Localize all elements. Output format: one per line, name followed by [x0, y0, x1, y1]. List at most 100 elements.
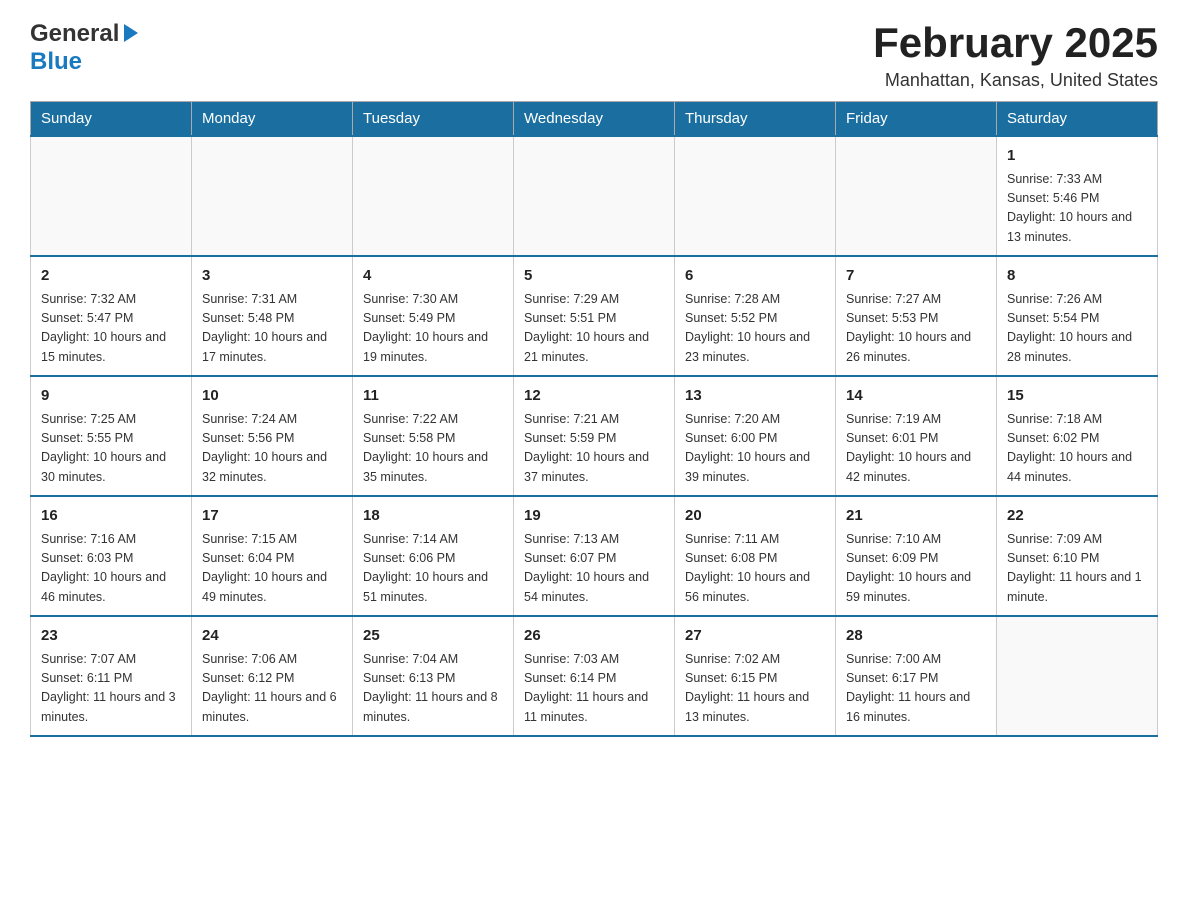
calendar-cell: 12Sunrise: 7:21 AMSunset: 5:59 PMDayligh…	[514, 376, 675, 496]
day-number: 26	[524, 625, 664, 648]
page-header: General Blue February 2025 Manhattan, Ka…	[30, 20, 1158, 91]
day-info: Sunrise: 7:21 AMSunset: 5:59 PMDaylight:…	[524, 410, 664, 488]
day-info: Sunrise: 7:10 AMSunset: 6:09 PMDaylight:…	[846, 530, 986, 608]
calendar-cell: 27Sunrise: 7:02 AMSunset: 6:15 PMDayligh…	[675, 616, 836, 736]
calendar-table: SundayMondayTuesdayWednesdayThursdayFrid…	[30, 101, 1158, 737]
day-info: Sunrise: 7:25 AMSunset: 5:55 PMDaylight:…	[41, 410, 181, 488]
day-number: 7	[846, 265, 986, 288]
day-number: 28	[846, 625, 986, 648]
day-info: Sunrise: 7:16 AMSunset: 6:03 PMDaylight:…	[41, 530, 181, 608]
day-info: Sunrise: 7:27 AMSunset: 5:53 PMDaylight:…	[846, 290, 986, 368]
weekday-header-saturday: Saturday	[997, 102, 1158, 137]
day-number: 3	[202, 265, 342, 288]
weekday-header-friday: Friday	[836, 102, 997, 137]
day-info: Sunrise: 7:24 AMSunset: 5:56 PMDaylight:…	[202, 410, 342, 488]
day-number: 18	[363, 505, 503, 528]
day-number: 10	[202, 385, 342, 408]
calendar-cell: 8Sunrise: 7:26 AMSunset: 5:54 PMDaylight…	[997, 256, 1158, 376]
calendar-cell: 4Sunrise: 7:30 AMSunset: 5:49 PMDaylight…	[353, 256, 514, 376]
day-info: Sunrise: 7:30 AMSunset: 5:49 PMDaylight:…	[363, 290, 503, 368]
calendar-cell: 22Sunrise: 7:09 AMSunset: 6:10 PMDayligh…	[997, 496, 1158, 616]
day-number: 21	[846, 505, 986, 528]
calendar-cell: 20Sunrise: 7:11 AMSunset: 6:08 PMDayligh…	[675, 496, 836, 616]
day-number: 9	[41, 385, 181, 408]
calendar-cell: 17Sunrise: 7:15 AMSunset: 6:04 PMDayligh…	[192, 496, 353, 616]
calendar-cell	[514, 136, 675, 256]
weekday-header-thursday: Thursday	[675, 102, 836, 137]
weekday-header-monday: Monday	[192, 102, 353, 137]
day-number: 15	[1007, 385, 1147, 408]
calendar-cell: 2Sunrise: 7:32 AMSunset: 5:47 PMDaylight…	[31, 256, 192, 376]
day-number: 5	[524, 265, 664, 288]
day-number: 4	[363, 265, 503, 288]
calendar-cell: 7Sunrise: 7:27 AMSunset: 5:53 PMDaylight…	[836, 256, 997, 376]
day-info: Sunrise: 7:32 AMSunset: 5:47 PMDaylight:…	[41, 290, 181, 368]
calendar-week-row: 23Sunrise: 7:07 AMSunset: 6:11 PMDayligh…	[31, 616, 1158, 736]
calendar-week-row: 9Sunrise: 7:25 AMSunset: 5:55 PMDaylight…	[31, 376, 1158, 496]
day-info: Sunrise: 7:18 AMSunset: 6:02 PMDaylight:…	[1007, 410, 1147, 488]
day-number: 16	[41, 505, 181, 528]
calendar-cell: 25Sunrise: 7:04 AMSunset: 6:13 PMDayligh…	[353, 616, 514, 736]
day-info: Sunrise: 7:26 AMSunset: 5:54 PMDaylight:…	[1007, 290, 1147, 368]
calendar-cell: 11Sunrise: 7:22 AMSunset: 5:58 PMDayligh…	[353, 376, 514, 496]
logo-general-text: General	[30, 20, 119, 48]
weekday-header-tuesday: Tuesday	[353, 102, 514, 137]
calendar-cell: 14Sunrise: 7:19 AMSunset: 6:01 PMDayligh…	[836, 376, 997, 496]
day-info: Sunrise: 7:19 AMSunset: 6:01 PMDaylight:…	[846, 410, 986, 488]
calendar-week-row: 1Sunrise: 7:33 AMSunset: 5:46 PMDaylight…	[31, 136, 1158, 256]
day-number: 17	[202, 505, 342, 528]
calendar-cell: 1Sunrise: 7:33 AMSunset: 5:46 PMDaylight…	[997, 136, 1158, 256]
day-info: Sunrise: 7:14 AMSunset: 6:06 PMDaylight:…	[363, 530, 503, 608]
calendar-cell: 9Sunrise: 7:25 AMSunset: 5:55 PMDaylight…	[31, 376, 192, 496]
day-info: Sunrise: 7:03 AMSunset: 6:14 PMDaylight:…	[524, 650, 664, 728]
calendar-cell	[675, 136, 836, 256]
calendar-cell: 19Sunrise: 7:13 AMSunset: 6:07 PMDayligh…	[514, 496, 675, 616]
calendar-cell	[192, 136, 353, 256]
day-number: 24	[202, 625, 342, 648]
day-number: 13	[685, 385, 825, 408]
weekday-header-sunday: Sunday	[31, 102, 192, 137]
calendar-cell	[31, 136, 192, 256]
day-number: 2	[41, 265, 181, 288]
calendar-cell: 10Sunrise: 7:24 AMSunset: 5:56 PMDayligh…	[192, 376, 353, 496]
calendar-cell	[997, 616, 1158, 736]
month-title: February 2025	[873, 20, 1158, 66]
calendar-header-row: SundayMondayTuesdayWednesdayThursdayFrid…	[31, 102, 1158, 137]
calendar-cell: 3Sunrise: 7:31 AMSunset: 5:48 PMDaylight…	[192, 256, 353, 376]
calendar-cell: 28Sunrise: 7:00 AMSunset: 6:17 PMDayligh…	[836, 616, 997, 736]
day-number: 22	[1007, 505, 1147, 528]
day-info: Sunrise: 7:04 AMSunset: 6:13 PMDaylight:…	[363, 650, 503, 728]
day-number: 27	[685, 625, 825, 648]
day-info: Sunrise: 7:33 AMSunset: 5:46 PMDaylight:…	[1007, 170, 1147, 248]
calendar-cell: 24Sunrise: 7:06 AMSunset: 6:12 PMDayligh…	[192, 616, 353, 736]
weekday-header-wednesday: Wednesday	[514, 102, 675, 137]
calendar-cell: 26Sunrise: 7:03 AMSunset: 6:14 PMDayligh…	[514, 616, 675, 736]
day-info: Sunrise: 7:31 AMSunset: 5:48 PMDaylight:…	[202, 290, 342, 368]
logo: General Blue	[30, 20, 138, 76]
calendar-cell	[836, 136, 997, 256]
calendar-cell: 18Sunrise: 7:14 AMSunset: 6:06 PMDayligh…	[353, 496, 514, 616]
day-info: Sunrise: 7:06 AMSunset: 6:12 PMDaylight:…	[202, 650, 342, 728]
day-number: 12	[524, 385, 664, 408]
day-info: Sunrise: 7:02 AMSunset: 6:15 PMDaylight:…	[685, 650, 825, 728]
calendar-cell	[353, 136, 514, 256]
day-number: 6	[685, 265, 825, 288]
day-number: 19	[524, 505, 664, 528]
calendar-week-row: 2Sunrise: 7:32 AMSunset: 5:47 PMDaylight…	[31, 256, 1158, 376]
day-info: Sunrise: 7:07 AMSunset: 6:11 PMDaylight:…	[41, 650, 181, 728]
day-info: Sunrise: 7:20 AMSunset: 6:00 PMDaylight:…	[685, 410, 825, 488]
calendar-week-row: 16Sunrise: 7:16 AMSunset: 6:03 PMDayligh…	[31, 496, 1158, 616]
day-number: 14	[846, 385, 986, 408]
logo-blue-text: Blue	[30, 48, 82, 75]
day-number: 23	[41, 625, 181, 648]
day-number: 1	[1007, 145, 1147, 168]
calendar-cell: 23Sunrise: 7:07 AMSunset: 6:11 PMDayligh…	[31, 616, 192, 736]
day-info: Sunrise: 7:11 AMSunset: 6:08 PMDaylight:…	[685, 530, 825, 608]
logo-triangle-icon	[124, 24, 138, 42]
day-number: 8	[1007, 265, 1147, 288]
day-number: 25	[363, 625, 503, 648]
location-text: Manhattan, Kansas, United States	[873, 70, 1158, 91]
calendar-cell: 6Sunrise: 7:28 AMSunset: 5:52 PMDaylight…	[675, 256, 836, 376]
title-block: February 2025 Manhattan, Kansas, United …	[873, 20, 1158, 91]
calendar-cell: 21Sunrise: 7:10 AMSunset: 6:09 PMDayligh…	[836, 496, 997, 616]
